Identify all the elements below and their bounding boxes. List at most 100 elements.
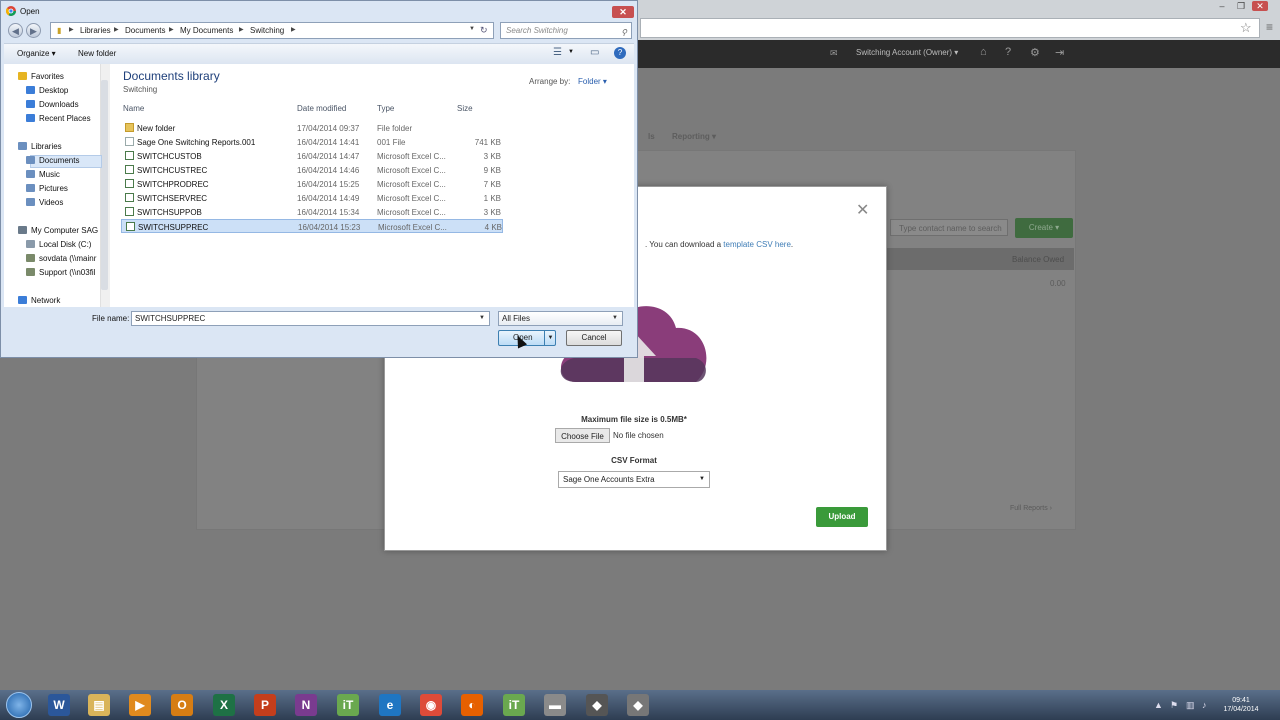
nav-item-support-n03fil[interactable]: Support (\\n03fil bbox=[26, 268, 95, 277]
organize-button[interactable]: Organize ▾ bbox=[17, 49, 56, 58]
breadcrumb-my-documents[interactable]: My Documents bbox=[180, 26, 233, 35]
file-name-input[interactable]: SWITCHSUPPREC ▼ bbox=[131, 311, 490, 326]
nav-item-favorites[interactable]: Favorites bbox=[18, 72, 64, 81]
outlook-icon[interactable]: O bbox=[171, 694, 193, 716]
volume-icon[interactable]: ♪ bbox=[1202, 700, 1207, 710]
nav-item-recent-places[interactable]: Recent Places bbox=[26, 114, 91, 123]
file-row[interactable]: Sage One Switching Reports.001 16/04/2014… bbox=[121, 135, 503, 149]
help-icon[interactable]: ? bbox=[1005, 46, 1011, 58]
template-csv-link[interactable]: template CSV here bbox=[723, 240, 791, 249]
minimize-icon[interactable]: – bbox=[1214, 1, 1230, 11]
upload-button[interactable]: Upload bbox=[816, 507, 868, 527]
column-type[interactable]: Type bbox=[377, 104, 394, 113]
modal-close-icon[interactable]: ✕ bbox=[856, 200, 869, 220]
file-row[interactable]: SWITCHSUPPOB 16/04/2014 15:34 Microsoft Ex… bbox=[121, 205, 503, 219]
contact-search-input[interactable]: Type contact name to search bbox=[890, 219, 1008, 236]
file-row[interactable]: New folder 17/04/2014 09:37 File folder bbox=[121, 121, 503, 135]
settings-icon[interactable]: ⚙ bbox=[1030, 46, 1040, 59]
app-icon[interactable]: ◆ bbox=[586, 694, 608, 716]
breadcrumb[interactable]: ▮ ▶ Libraries ▶ Documents ▶ My Documents… bbox=[50, 22, 494, 39]
powerpoint-icon[interactable]: P bbox=[254, 694, 276, 716]
file-date: 17/04/2014 09:37 bbox=[297, 124, 360, 133]
nav-item-my-computer-sag[interactable]: My Computer SAG bbox=[18, 226, 98, 235]
window-close-icon[interactable]: ✕ bbox=[1252, 1, 1268, 11]
cancel-button[interactable]: Cancel bbox=[566, 330, 622, 346]
nav-tab-fragment[interactable]: ls bbox=[648, 132, 655, 141]
nav-item-local-disk-c[interactable]: Local Disk (C:) bbox=[26, 240, 91, 249]
home-icon[interactable]: ⌂ bbox=[980, 46, 987, 58]
breadcrumb-documents[interactable]: Documents bbox=[125, 26, 165, 35]
nav-item-pictures[interactable]: Pictures bbox=[26, 184, 68, 193]
restore-icon[interactable]: ❐ bbox=[1233, 1, 1249, 11]
breadcrumb-libraries[interactable]: Libraries bbox=[80, 26, 111, 35]
onenote-icon[interactable]: N bbox=[295, 694, 317, 716]
open-split-arrow-icon[interactable]: ▼ bbox=[544, 331, 556, 345]
nav-item-desktop[interactable]: Desktop bbox=[26, 86, 68, 95]
nav-item-downloads[interactable]: Downloads bbox=[26, 100, 79, 109]
csv-format-select[interactable]: Sage One Accounts Extra ▼ bbox=[558, 471, 710, 488]
column-date-modified[interactable]: Date modified bbox=[297, 104, 346, 113]
menu-icon[interactable]: ≡ bbox=[1266, 20, 1273, 34]
nav-item-sovdata-mainr[interactable]: sovdata (\\mainr bbox=[26, 254, 96, 263]
file-row[interactable]: SWITCHCUSTOB 16/04/2014 14:47 Microsoft Ex… bbox=[121, 149, 503, 163]
nav-item-documents[interactable]: Documents bbox=[26, 156, 79, 165]
chevron-right-icon: ▶ bbox=[114, 27, 119, 33]
file-type: Microsoft Excel C... bbox=[377, 180, 446, 189]
preview-pane-icon[interactable]: ▭ bbox=[590, 47, 599, 58]
refresh-icon[interactable]: ↻ bbox=[480, 25, 488, 36]
network-tray-icon[interactable]: ▥ bbox=[1186, 700, 1195, 711]
nav-item-videos[interactable]: Videos bbox=[26, 198, 63, 207]
internet-explorer-icon[interactable]: e bbox=[379, 694, 401, 716]
create-button[interactable]: Create ▾ bbox=[1015, 218, 1073, 238]
nav-item-libraries[interactable]: Libraries bbox=[18, 142, 62, 151]
flag-icon[interactable]: ⚑ bbox=[1170, 700, 1178, 711]
nav-tab-reporting[interactable]: Reporting ▾ bbox=[672, 132, 716, 141]
firefox-icon[interactable]: ◐ bbox=[461, 694, 483, 716]
chevron-down-icon[interactable]: ▼ bbox=[568, 49, 574, 55]
column-size[interactable]: Size bbox=[457, 104, 473, 113]
back-icon[interactable]: ◀ bbox=[8, 23, 23, 38]
account-menu[interactable]: Switching Account (Owner) ▾ bbox=[856, 48, 958, 57]
file-size: 741 KB bbox=[474, 138, 501, 147]
word-icon[interactable]: W bbox=[48, 694, 70, 716]
choose-file-button[interactable]: Choose File bbox=[555, 428, 610, 443]
full-reports-link[interactable]: Full Reports › bbox=[1010, 505, 1052, 512]
scanner-icon[interactable]: ▬ bbox=[544, 694, 566, 716]
media-player-icon[interactable]: ▶ bbox=[129, 694, 151, 716]
chevron-down-icon[interactable]: ▼ bbox=[479, 312, 485, 325]
excel-csv-icon bbox=[126, 222, 135, 231]
mail-icon[interactable]: ✉ bbox=[830, 48, 838, 59]
arrange-by-dropdown[interactable]: Folder ▾ bbox=[578, 77, 607, 86]
nav-item-music[interactable]: Music bbox=[26, 170, 60, 179]
explorer-icon[interactable]: ▤ bbox=[88, 694, 110, 716]
file-row[interactable]: SWITCHCUSTREC 16/04/2014 14:46 Microsoft E… bbox=[121, 163, 503, 177]
it-app-icon[interactable]: iT bbox=[337, 694, 359, 716]
file-type-filter[interactable]: All Files ▼ bbox=[498, 311, 623, 326]
breadcrumb-switching[interactable]: Switching bbox=[250, 26, 284, 35]
help-icon[interactable]: ? bbox=[614, 47, 626, 59]
nav-item-network[interactable]: Network bbox=[18, 296, 60, 305]
dialog-close-icon[interactable]: ✕ bbox=[612, 6, 634, 18]
file-type: Microsoft Excel C... bbox=[377, 152, 446, 161]
excel-icon[interactable]: X bbox=[213, 694, 235, 716]
logout-icon[interactable]: ⇥ bbox=[1055, 46, 1064, 59]
start-button[interactable] bbox=[6, 692, 32, 718]
search-input[interactable]: Search Switching ⚲ bbox=[500, 22, 632, 39]
clock[interactable]: 09:41 17/04/2014 bbox=[1218, 696, 1264, 714]
file-row[interactable]: SWITCHSUPPREC 16/04/2014 15:23 Microsoft E… bbox=[121, 219, 503, 233]
new-folder-button[interactable]: New folder bbox=[78, 49, 116, 58]
file-row[interactable]: SWITCHSERVREC 16/04/2014 14:49 Microsoft E… bbox=[121, 191, 503, 205]
it-app-icon-2[interactable]: iT bbox=[503, 694, 525, 716]
view-options-icon[interactable]: ☰ bbox=[553, 47, 562, 58]
file-row[interactable]: SWITCHPRODREC 16/04/2014 15:25 Microsoft E… bbox=[121, 177, 503, 191]
nav-scrollbar-thumb[interactable] bbox=[101, 80, 108, 290]
bookmark-star-icon[interactable]: ☆ bbox=[1240, 20, 1252, 36]
app-icon-2[interactable]: ◆ bbox=[627, 694, 649, 716]
tray-expand-icon[interactable]: ▲ bbox=[1154, 700, 1163, 710]
address-bar[interactable] bbox=[640, 18, 1260, 38]
chevron-down-icon[interactable]: ▼ bbox=[469, 26, 475, 32]
chrome-icon[interactable]: ◉ bbox=[420, 694, 442, 716]
column-name[interactable]: Name bbox=[123, 104, 144, 113]
nav-item-label: Pictures bbox=[39, 184, 68, 193]
forward-icon[interactable]: ▶ bbox=[26, 23, 41, 38]
